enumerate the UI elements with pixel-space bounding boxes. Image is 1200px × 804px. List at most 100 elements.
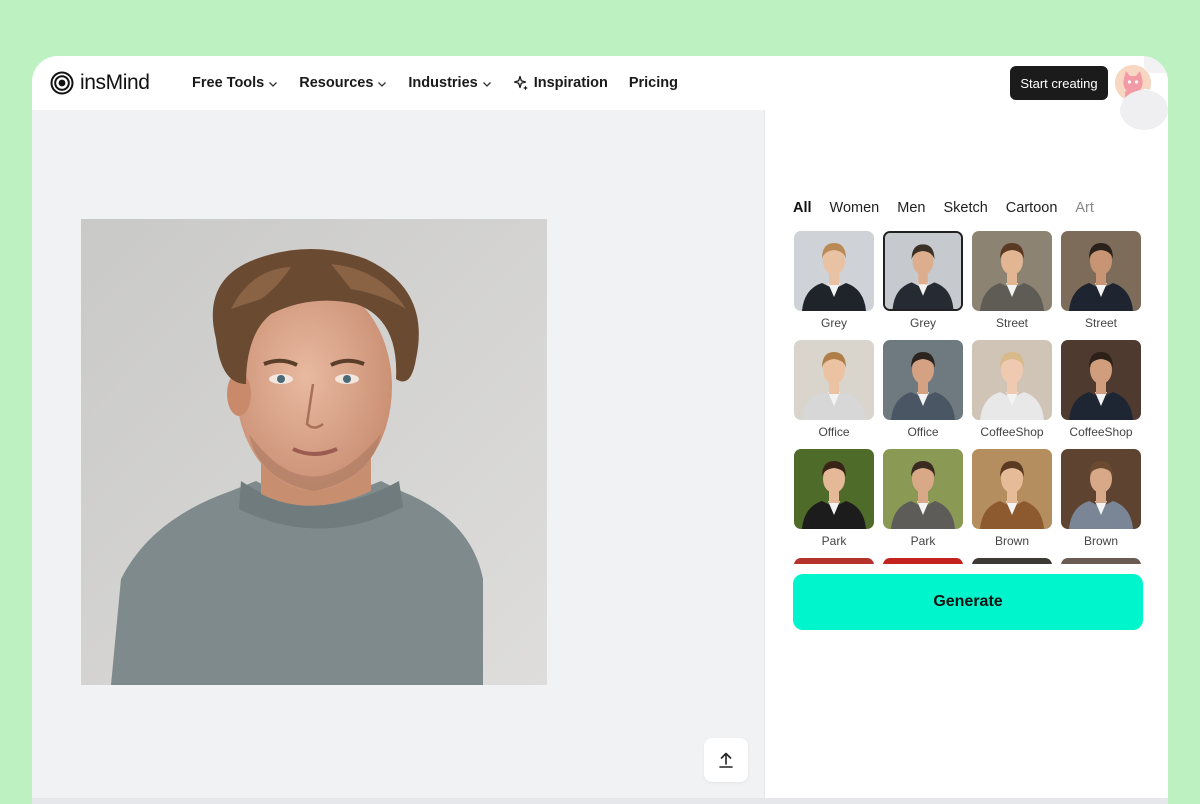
nav-inspiration[interactable]: Inspiration [513, 75, 608, 91]
nav-pricing-label: Pricing [628, 75, 678, 91]
style-preview-image [794, 449, 874, 529]
chevron-down-icon [482, 81, 491, 87]
style-option-label: Office [907, 425, 939, 439]
bottom-scroll-strip [32, 798, 1168, 804]
style-thumbnail[interactable] [794, 449, 874, 529]
style-option[interactable] [883, 558, 963, 564]
style-thumbnail[interactable] [883, 231, 963, 311]
style-thumbnail[interactable] [794, 558, 874, 564]
tab-women[interactable]: Women [830, 200, 880, 216]
nav-industries[interactable]: Industries [408, 75, 491, 91]
upload-arrow-icon [719, 752, 733, 768]
style-option-label: Brown [1083, 534, 1118, 548]
style-preview-image [972, 340, 1052, 420]
style-thumbnail[interactable] [883, 340, 963, 420]
style-option-label: Office [818, 425, 850, 439]
uploaded-portrait-image[interactable] [81, 219, 547, 685]
panel-scroll-hint [1120, 90, 1168, 130]
upload-button[interactable] [704, 738, 748, 782]
style-thumbnail[interactable] [1061, 340, 1141, 420]
style-option-label: Park [910, 534, 936, 548]
style-preview-image [794, 340, 874, 420]
tab-art[interactable]: Art [1075, 200, 1094, 216]
style-thumbnail[interactable] [883, 558, 963, 564]
style-preview-image [1061, 340, 1141, 420]
style-option[interactable]: Office [794, 340, 874, 449]
tab-all[interactable]: All [793, 200, 812, 216]
portrait-image [81, 219, 547, 685]
style-option[interactable]: Street [1061, 231, 1141, 340]
style-option[interactable]: Brown [1061, 449, 1141, 558]
nav-inspiration-label: Inspiration [533, 75, 608, 91]
style-thumbnail[interactable] [1061, 558, 1141, 564]
style-preview-image [972, 449, 1052, 529]
tab-men[interactable]: Men [897, 200, 925, 216]
style-preview-image [883, 340, 963, 420]
nav-resources[interactable]: Resources [299, 75, 387, 91]
style-option[interactable] [972, 558, 1052, 564]
style-thumbnail[interactable] [883, 449, 963, 529]
style-option-label: Grey [820, 316, 847, 330]
top-navbar: insMind Free Tools Resources Industries … [32, 56, 1168, 110]
style-option-label: Street [1084, 316, 1117, 330]
style-option[interactable]: Park [794, 449, 874, 558]
generate-button[interactable]: Generate [793, 574, 1143, 630]
style-option-label: CoffeeShop [980, 425, 1044, 439]
tab-sketch[interactable]: Sketch [943, 200, 987, 216]
style-preview-image [972, 231, 1052, 311]
style-option[interactable]: Office [883, 340, 963, 449]
style-preview-image [972, 558, 1052, 564]
style-preview-image [1061, 449, 1141, 529]
style-preview-image [794, 231, 874, 311]
style-option-label: CoffeeShop [1069, 425, 1133, 439]
brand-logo[interactable]: insMind [50, 70, 150, 96]
nav-free-tools-label: Free Tools [192, 75, 265, 91]
style-thumbnail[interactable] [1061, 449, 1141, 529]
style-grid-scroll[interactable]: Grey Grey Street Street Office Office CoffeeSh… [794, 231, 1154, 564]
tab-cartoon[interactable]: Cartoon [1006, 200, 1058, 216]
style-option[interactable] [1061, 558, 1141, 564]
image-canvas [32, 110, 764, 798]
style-option-label: Street [995, 316, 1028, 330]
style-preview-image [1061, 558, 1141, 564]
chevron-down-icon [378, 81, 387, 87]
style-grid: Grey Grey Street Street Office Office CoffeeSh… [794, 231, 1154, 564]
style-thumbnail[interactable] [972, 558, 1052, 564]
style-thumbnail[interactable] [972, 449, 1052, 529]
style-option[interactable]: Brown [972, 449, 1052, 558]
chevron-down-icon [269, 81, 278, 87]
style-preview-image [794, 558, 874, 564]
style-option-label: Park [821, 534, 847, 548]
spiral-logo-icon [50, 71, 74, 95]
sparkle-icon [513, 75, 528, 91]
style-thumbnail[interactable] [972, 231, 1052, 311]
style-option[interactable]: Park [883, 449, 963, 558]
window-corner-tab [1144, 56, 1168, 73]
brand-name: insMind [80, 71, 150, 94]
style-option-label: Grey [909, 316, 936, 330]
style-option[interactable]: Street [972, 231, 1052, 340]
style-option[interactable] [794, 558, 874, 564]
nav-free-tools[interactable]: Free Tools [192, 75, 278, 91]
style-option[interactable]: Grey [794, 231, 874, 340]
style-preview-image [883, 558, 963, 564]
style-preview-image [1061, 231, 1141, 311]
style-thumbnail[interactable] [972, 340, 1052, 420]
style-thumbnail[interactable] [1061, 231, 1141, 311]
style-category-tabs: All Women Men Sketch Cartoon Art [793, 200, 1112, 216]
nav-industries-label: Industries [408, 75, 478, 91]
style-option[interactable]: CoffeeShop [1061, 340, 1141, 449]
style-option-label: Brown [994, 534, 1029, 548]
style-thumbnail[interactable] [794, 231, 874, 311]
app-window: insMind Free Tools Resources Industries … [32, 56, 1168, 804]
nav-pricing[interactable]: Pricing [629, 75, 678, 91]
style-panel: All Women Men Sketch Cartoon Art Grey Gre… [764, 90, 1168, 798]
style-thumbnail[interactable] [794, 340, 874, 420]
main-nav: Free Tools Resources Industries Inspirat… [192, 56, 699, 110]
style-preview-image [885, 233, 961, 309]
nav-resources-label: Resources [299, 75, 374, 91]
style-option[interactable]: CoffeeShop [972, 340, 1052, 449]
style-option[interactable]: Grey [883, 231, 963, 340]
start-creating-button[interactable]: Start creating [1010, 66, 1108, 100]
style-preview-image [883, 449, 963, 529]
